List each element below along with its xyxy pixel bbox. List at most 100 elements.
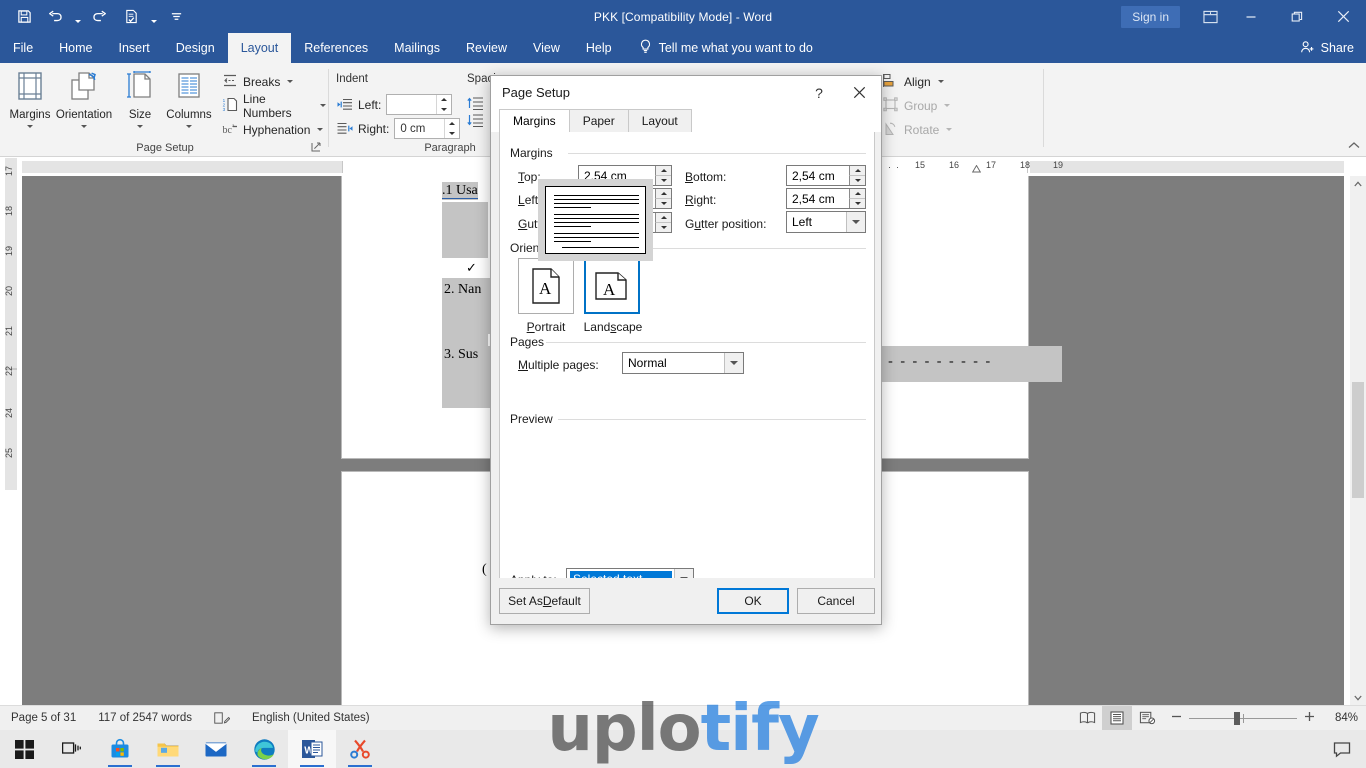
- restore-icon[interactable]: [1274, 0, 1320, 33]
- folder-icon[interactable]: [144, 730, 192, 768]
- gutter-up[interactable]: [655, 213, 671, 223]
- edge-icon[interactable]: [240, 730, 288, 768]
- zoom-in-icon[interactable]: [1304, 711, 1315, 725]
- print-layout-icon[interactable]: [1102, 706, 1132, 730]
- margin-bottom-down[interactable]: [849, 176, 865, 185]
- columns-caret-icon[interactable]: [186, 125, 192, 128]
- margin-right-up[interactable]: [849, 189, 865, 199]
- size-caret-icon[interactable]: [137, 125, 143, 128]
- indent-right-spinner[interactable]: [444, 119, 460, 138]
- indent-marker-icon[interactable]: [971, 162, 982, 176]
- web-layout-icon[interactable]: [1132, 706, 1162, 730]
- line-numbers-button[interactable]: 123 Line Numbers: [218, 92, 330, 120]
- tab-layout[interactable]: Layout: [227, 33, 292, 63]
- orientation-landscape-option[interactable]: A: [584, 258, 640, 314]
- page-setup-dialog-launcher[interactable]: [310, 141, 322, 153]
- ok-button[interactable]: OK: [717, 588, 789, 614]
- status-page-number[interactable]: Page 5 of 31: [0, 706, 87, 731]
- save-icon[interactable]: [10, 4, 38, 30]
- tab-view[interactable]: View: [520, 33, 573, 63]
- tab-insert[interactable]: Insert: [106, 33, 163, 63]
- spelling-dropdown-caret[interactable]: [148, 4, 159, 30]
- margin-bottom-up[interactable]: [849, 166, 865, 176]
- tab-file[interactable]: File: [0, 33, 47, 63]
- sign-in-button[interactable]: Sign in: [1121, 5, 1180, 28]
- proofing-errors-icon[interactable]: [203, 706, 241, 731]
- tab-references[interactable]: References: [291, 33, 381, 63]
- margin-bottom-input[interactable]: 2,54 cm: [786, 165, 866, 186]
- ribbon-display-options-icon[interactable]: [1192, 0, 1228, 33]
- indent-left-down[interactable]: [437, 104, 452, 114]
- hyphenation-caret-icon[interactable]: [317, 128, 324, 131]
- margin-bottom-spinner[interactable]: [849, 166, 865, 185]
- indent-right-up[interactable]: [445, 119, 460, 129]
- minimize-icon[interactable]: [1228, 0, 1274, 33]
- orientation-portrait-option[interactable]: A: [518, 258, 574, 314]
- scrollbar-thumb[interactable]: [1352, 382, 1364, 498]
- dialog-tab-layout[interactable]: Layout: [627, 109, 692, 132]
- tab-mailings[interactable]: Mailings: [381, 33, 453, 63]
- margins-button[interactable]: Margins: [2, 67, 58, 133]
- close-icon[interactable]: [1320, 0, 1366, 33]
- task-view-icon[interactable]: [48, 730, 96, 768]
- indent-left-spinner[interactable]: [436, 95, 452, 114]
- margin-left-spinner[interactable]: [655, 189, 671, 208]
- collapse-ribbon-icon[interactable]: [1348, 140, 1360, 154]
- scroll-down-arrow[interactable]: [1350, 689, 1366, 705]
- tab-help[interactable]: Help: [573, 33, 625, 63]
- page-setup-dialog[interactable]: Page Setup ? Margins Paper Layout Margin…: [490, 75, 882, 625]
- status-language[interactable]: English (United States): [241, 706, 381, 731]
- zoom-slider[interactable]: [1171, 711, 1315, 725]
- tab-home[interactable]: Home: [46, 33, 105, 63]
- start-button[interactable]: [0, 730, 48, 768]
- columns-button[interactable]: Columns: [159, 67, 219, 133]
- undo-icon[interactable]: [41, 4, 69, 30]
- help-question-icon[interactable]: ?: [802, 76, 836, 109]
- set-as-default-button[interactable]: Set As Default: [499, 588, 590, 614]
- zoom-thumb[interactable]: [1234, 711, 1240, 725]
- gutter-down[interactable]: [655, 223, 671, 232]
- store-icon[interactable]: [96, 730, 144, 768]
- margin-left-down[interactable]: [655, 199, 671, 208]
- breaks-caret-icon[interactable]: [287, 80, 294, 83]
- customize-toolbar-icon[interactable]: [162, 4, 190, 30]
- tell-me-search[interactable]: Tell me what you want to do: [625, 33, 823, 63]
- orientation-caret-icon[interactable]: [81, 125, 87, 128]
- zoom-track[interactable]: [1189, 711, 1297, 725]
- margin-top-spinner[interactable]: [655, 166, 671, 185]
- action-center-icon[interactable]: [1318, 730, 1366, 768]
- gutter-spinner[interactable]: [655, 213, 671, 232]
- word-icon[interactable]: W: [288, 730, 336, 768]
- align-caret-icon[interactable]: [937, 80, 944, 83]
- spelling-check-icon[interactable]: [117, 4, 145, 30]
- vertical-scrollbar[interactable]: [1350, 176, 1366, 705]
- vertical-ruler[interactable]: 17 18 19 20 21 22 24 25: [0, 158, 22, 705]
- undo-dropdown-caret[interactable]: [72, 4, 83, 30]
- margins-caret-icon[interactable]: [27, 125, 33, 128]
- margin-left-up[interactable]: [655, 189, 671, 199]
- indent-left-input[interactable]: [386, 94, 453, 115]
- indent-right-down[interactable]: [445, 128, 460, 138]
- gutter-position-chevron-down-icon[interactable]: [846, 212, 865, 232]
- line-numbers-caret-icon[interactable]: [320, 104, 326, 107]
- status-word-count[interactable]: 117 of 2547 words: [87, 706, 203, 731]
- align-button[interactable]: Align: [879, 70, 948, 93]
- cancel-button[interactable]: Cancel: [797, 588, 875, 614]
- breaks-button[interactable]: Breaks: [218, 70, 297, 93]
- redo-icon[interactable]: [86, 4, 114, 30]
- zoom-level[interactable]: 84%: [1324, 712, 1358, 724]
- share-button[interactable]: Share: [1300, 33, 1354, 63]
- indent-left-up[interactable]: [437, 95, 452, 105]
- scroll-up-arrow[interactable]: [1350, 176, 1366, 192]
- margin-right-down[interactable]: [849, 199, 865, 208]
- multiple-pages-combobox[interactable]: Normal: [622, 352, 744, 374]
- snipping-tool-icon[interactable]: [336, 730, 384, 768]
- hyphenation-button[interactable]: bc a Hyphenation: [218, 118, 327, 141]
- read-mode-icon[interactable]: [1072, 706, 1102, 730]
- tab-design[interactable]: Design: [163, 33, 228, 63]
- indent-right-input[interactable]: 0 cm: [394, 118, 461, 139]
- zoom-out-icon[interactable]: [1171, 711, 1182, 725]
- margin-right-spinner[interactable]: [849, 189, 865, 208]
- mail-envelope-icon[interactable]: [192, 730, 240, 768]
- margin-top-down[interactable]: [655, 176, 671, 185]
